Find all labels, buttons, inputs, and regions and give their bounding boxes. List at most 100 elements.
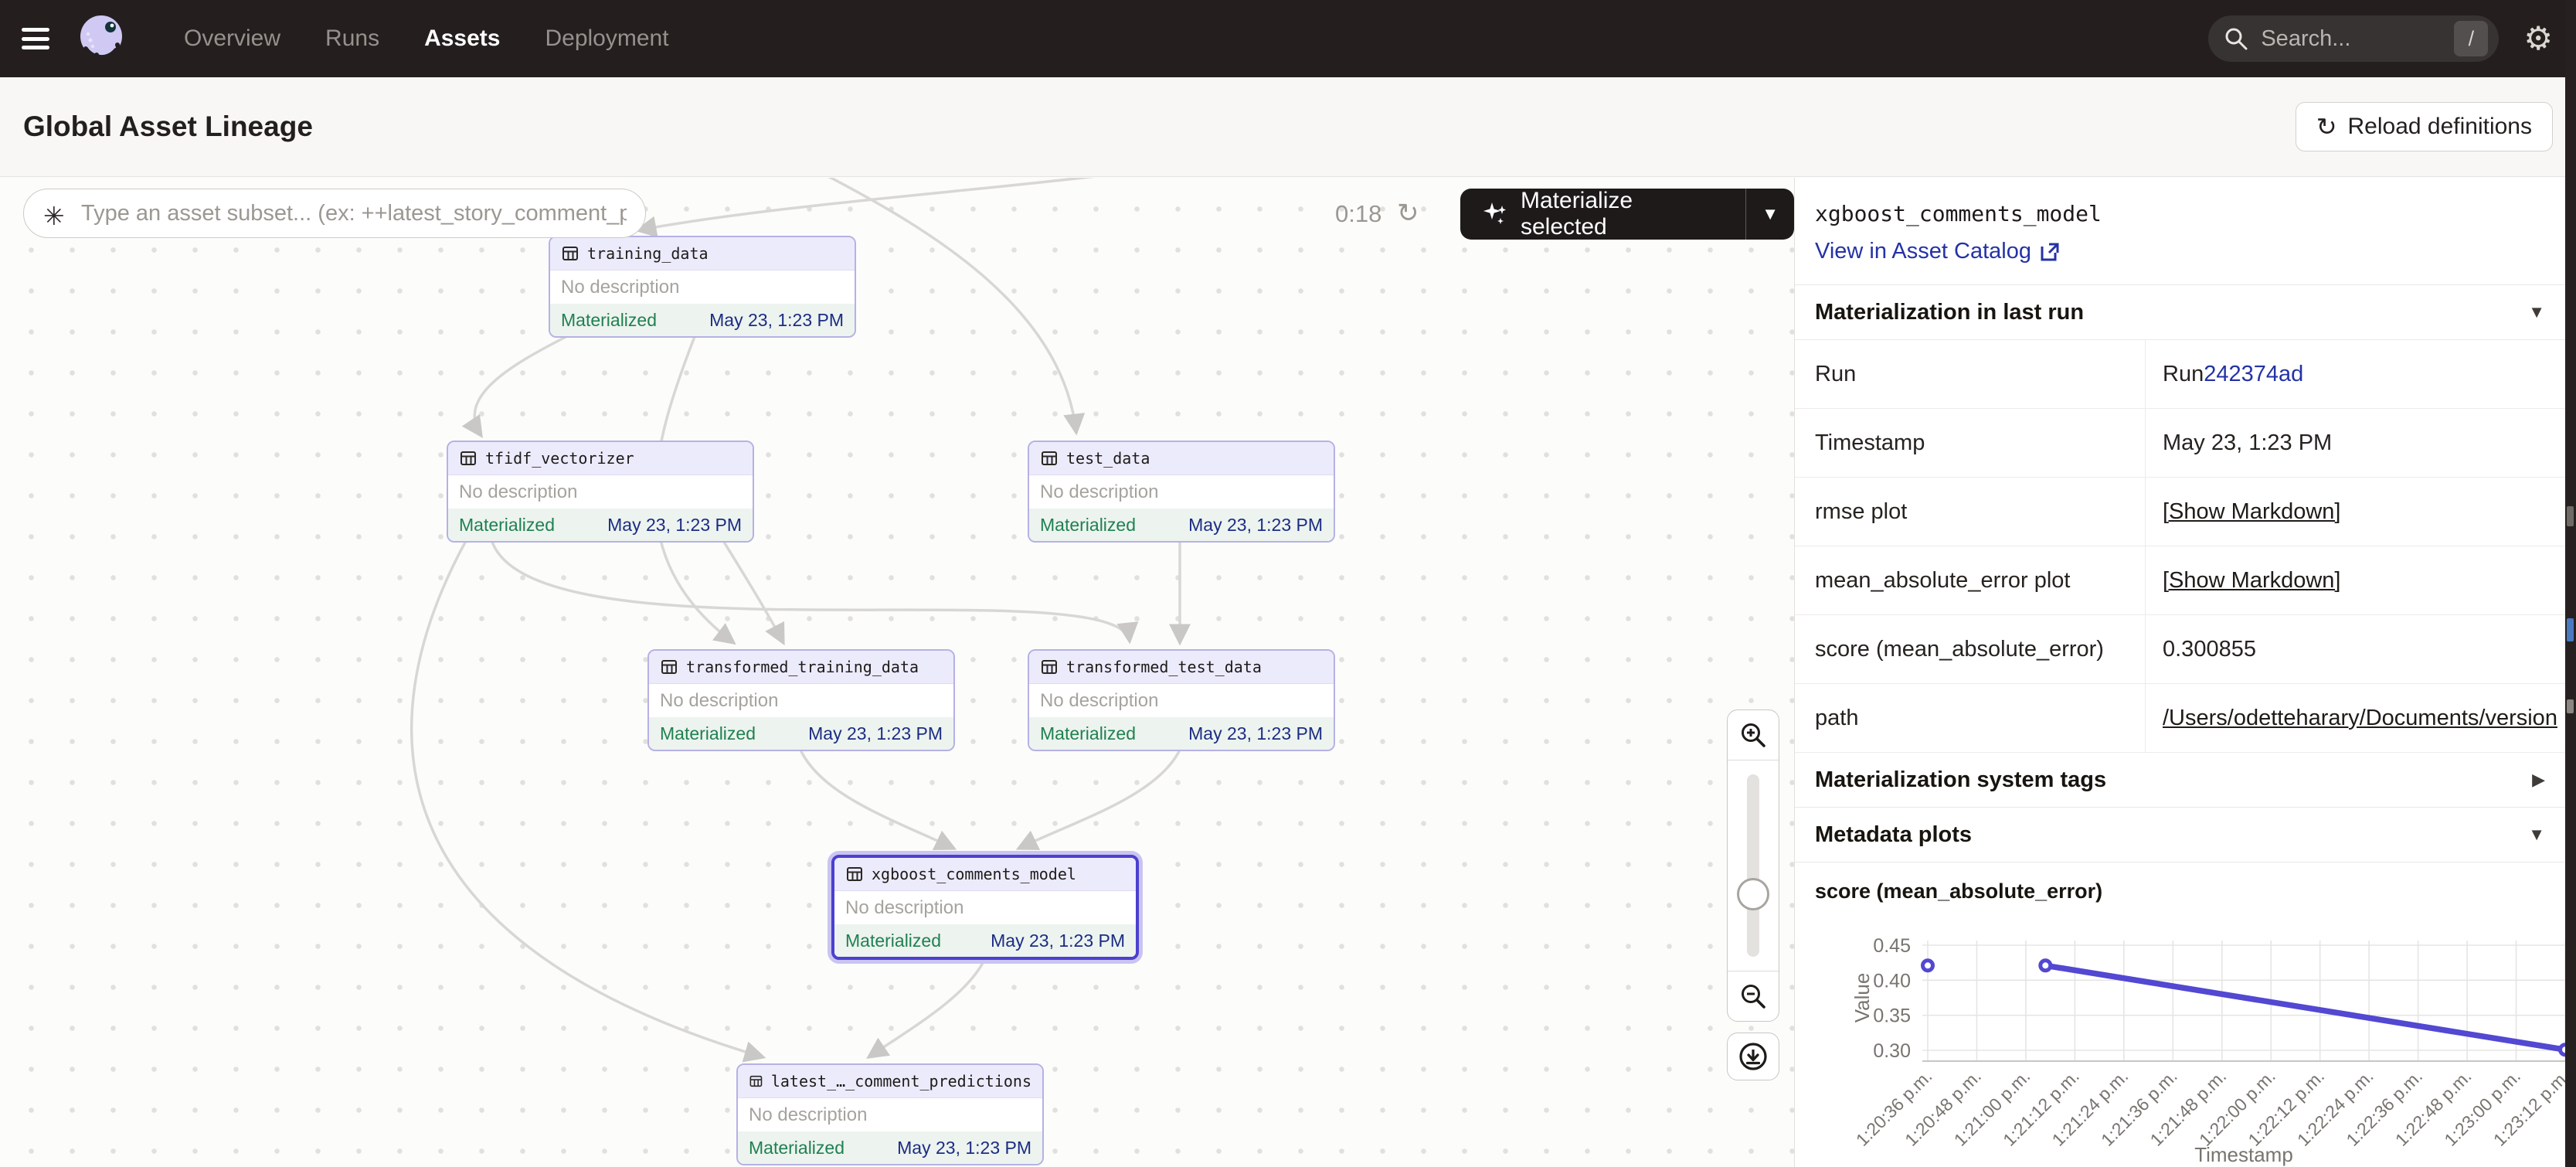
asset-node-timestamp: May 23, 1:23 PM [808,723,943,744]
materialize-selected-button[interactable]: Materialize selected ▼ [1460,189,1794,240]
chevron-down-icon: ▼ [1762,204,1779,224]
asset-node-xgboost_comments_model[interactable]: xgboost_comments_modelNo descriptionMate… [831,855,1139,960]
metadata-row: score (mean_absolute_error) 0.300855 [1795,615,2565,684]
asset-node-description: No description [1029,475,1334,509]
menu-icon[interactable] [22,28,49,49]
dagster-logo-icon[interactable] [76,12,128,65]
asset-node-description: No description [649,684,953,717]
nav-item-overview[interactable]: Overview [184,26,280,52]
asset-node-name: xgboost_comments_model [872,865,1076,883]
metadata-row: rmse plot [Show Markdown] [1795,478,2565,546]
asset-subset-filter-input[interactable] [23,189,646,238]
asset-node-description: No description [834,891,1136,924]
asset-node-name: tfidf_vectorizer [485,449,634,468]
status-badge: Materialized [459,515,555,536]
asset-lineage-graph[interactable]: ✳ 0:18 ↻ Materialize selected ▼ [0,178,1794,1167]
metadata-value-link[interactable]: /Users/odetteharary/Documents/version [2163,706,2557,731]
metadata-value: May 23, 1:23 PM [2146,409,2565,477]
svg-text:Timestamp: Timestamp [2194,1143,2293,1166]
asset-node-name: transformed_test_data [1066,658,1262,676]
section-system-tags[interactable]: Materialization system tags ▶ [1795,753,2565,808]
zoom-in-icon [1739,721,1767,749]
zoom-slider-handle[interactable] [1737,878,1769,910]
asset-node-description: No description [738,1098,1042,1131]
sparkle-icon [1482,201,1508,227]
table-icon [660,658,678,676]
search-icon [2224,26,2248,51]
zoom-out-button[interactable] [1728,971,1779,1021]
metadata-value: Run 242374ad [2146,340,2565,408]
asset-node-timestamp: May 23, 1:23 PM [1188,515,1323,536]
status-badge: Materialized [660,723,756,744]
table-icon [1040,658,1059,676]
graph-refresh-icon[interactable]: ↻ [1397,198,1419,229]
metadata-key: mean_absolute_error plot [1795,546,2146,614]
download-graph-button[interactable] [1727,1033,1779,1080]
top-nav: Overview Runs Assets Deployment Search... /… [0,0,2576,77]
metadata-plot-chart: 0.450.400.350.301:20:36 p.m.1:20:48 p.m.… [1795,907,2565,1167]
chevron-right-icon: ▶ [2532,770,2545,790]
reload-definitions-button[interactable]: ↻ Reload definitions [2296,102,2553,151]
asset-node-timestamp: May 23, 1:23 PM [607,515,742,536]
asset-node-timestamp: May 23, 1:23 PM [991,931,1125,951]
background-window-edge [2565,0,2576,1167]
metadata-key: path [1795,684,2146,752]
table-icon [1040,449,1059,468]
materialize-label: Materialize selected [1521,188,1724,240]
dagster-app: Overview Runs Assets Deployment Search... /… [0,0,2576,1167]
search-placeholder: Search... [2261,26,2454,52]
op-selection-icon: ✳ [43,201,65,231]
status-badge: Materialized [561,310,657,331]
nav-item-runs[interactable]: Runs [325,26,379,52]
download-icon [1738,1041,1769,1072]
zoom-slider-track[interactable] [1747,774,1759,957]
table-icon [845,865,864,883]
asset-node-description: No description [1029,684,1334,717]
metadata-value: 0.300855 [2146,615,2565,683]
asset-node-description: No description [550,270,855,304]
search-input[interactable]: Search... / [2208,15,2499,62]
asset-node-timestamp: May 23, 1:23 PM [897,1138,1031,1158]
section-materialization-last-run[interactable]: Materialization in last run ▼ [1795,285,2565,340]
asset-node-test_data[interactable]: test_dataNo descriptionMaterializedMay 2… [1028,441,1335,543]
metadata-value-link[interactable]: 242374ad [2204,362,2303,387]
asset-node-transformed_training_data[interactable]: transformed_training_data No description M… [647,649,955,751]
asset-node-name: test_data [1066,449,1150,468]
asset-node-latest__comment_predictions[interactable]: latest_…_comment_predictions No descripti… [736,1063,1044,1165]
asset-node-name: latest_…_comment_predictions [771,1072,1031,1090]
refresh-timer: 0:18 [1335,200,1381,228]
status-badge: Materialized [1040,723,1136,744]
section-metadata-plots[interactable]: Metadata plots ▼ [1795,808,2565,862]
metadata-row: RunRun 242374ad [1795,340,2565,409]
materialization-metadata-table: RunRun 242374adTimestampMay 23, 1:23 PMr… [1795,340,2565,753]
chevron-down-icon: ▼ [2528,825,2545,845]
asset-node-timestamp: May 23, 1:23 PM [1188,723,1323,744]
metadata-row: mean_absolute_error plot [Show Markdown] [1795,546,2565,615]
asset-node-tfidf_vectorizer[interactable]: tfidf_vectorizer No description Materializ… [447,441,754,543]
table-icon [749,1072,763,1090]
nav-item-assets[interactable]: Assets [424,26,500,52]
asset-node-timestamp: May 23, 1:23 PM [709,310,844,331]
zoom-in-button[interactable] [1728,710,1779,760]
view-in-asset-catalog-link[interactable]: View in Asset Catalog [1815,239,2061,264]
metadata-value-link[interactable]: [Show Markdown] [2163,568,2341,594]
search-shortcut-badge: / [2454,21,2488,56]
chevron-down-icon: ▼ [2528,302,2545,322]
metadata-value-link[interactable]: [Show Markdown] [2163,499,2341,525]
page-title: Global Asset Lineage [23,111,313,143]
zoom-controls [1727,709,1779,1022]
asset-node-name: transformed_training_data [686,658,919,676]
svg-text:0.30: 0.30 [1873,1040,1911,1062]
asset-node-training_data[interactable]: training_dataNo descriptionMaterializedM… [549,236,856,338]
asset-node-description: No description [448,475,753,509]
metadata-key: score (mean_absolute_error) [1795,615,2146,683]
metadata-value: /Users/odetteharary/Documents/version [2146,684,2565,752]
gear-icon[interactable]: ⚙ [2523,22,2553,55]
svg-text:Value: Value [1850,973,1874,1023]
metadata-key: rmse plot [1795,478,2146,546]
metadata-value-text: 0.300855 [2163,637,2256,662]
nav-items: Overview Runs Assets Deployment [184,26,669,52]
nav-item-deployment[interactable]: Deployment [545,26,668,52]
materialize-dropdown-button[interactable]: ▼ [1745,189,1794,240]
asset-node-transformed_test_data[interactable]: transformed_test_data No description Mater… [1028,649,1335,751]
